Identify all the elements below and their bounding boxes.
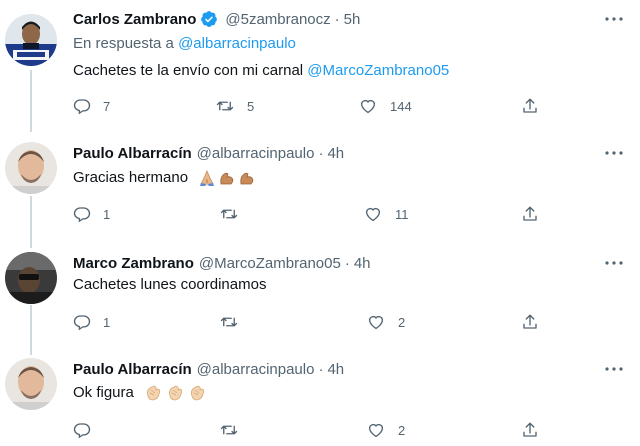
like-button[interactable]: 144 [358, 96, 412, 116]
timestamp[interactable]: 4h [327, 145, 344, 162]
retweet-icon [220, 317, 238, 327]
retweet-icon [220, 209, 238, 219]
heart-icon [368, 315, 384, 330]
share-icon [523, 98, 537, 113]
share-button[interactable] [521, 420, 539, 440]
more-icon[interactable] [604, 146, 624, 160]
display-name[interactable]: Paulo Albarracín [73, 145, 192, 162]
like-button[interactable]: 2 [366, 312, 405, 332]
tweet-text: Gracias hermano [73, 169, 256, 187]
like-button[interactable]: 2 [366, 420, 405, 440]
retweet-button[interactable]: 5 [215, 96, 254, 116]
reply-icon [73, 423, 91, 439]
reply-count: 1 [103, 314, 111, 330]
like-count: 2 [398, 314, 406, 330]
action-bar: 1 11 [0, 204, 640, 224]
share-icon [523, 422, 537, 437]
handle[interactable]: @MarcoZambrano05 [199, 255, 341, 272]
reply-context: En respuesta a @albarracinpaulo [73, 35, 296, 52]
like-button[interactable]: 11 [363, 204, 409, 224]
tweet[interactable]: Paulo Albarracín @albarracinpaulo · 4h G… [0, 142, 640, 242]
reply-to-mention[interactable]: @albarracinpaulo [178, 35, 296, 52]
verified-badge-icon [200, 10, 218, 28]
tweet-body: Gracias hermano [73, 169, 189, 186]
heart-icon [365, 207, 381, 222]
reply-button[interactable]: 1 [73, 204, 110, 224]
like-count: 11 [395, 206, 409, 222]
avatar[interactable] [5, 252, 57, 304]
reply-prefix: En respuesta a [73, 35, 174, 52]
retweet-button[interactable] [219, 204, 239, 224]
display-name[interactable]: Marco Zambrano [73, 255, 194, 272]
reply-button[interactable] [73, 420, 91, 440]
avatar[interactable] [5, 14, 57, 66]
flexed-biceps-icon [220, 172, 234, 185]
tweet-header: Marco Zambrano @MarcoZambrano05 · 4h [73, 252, 371, 274]
more-icon[interactable] [604, 362, 624, 376]
tweet-text: Ok figura [73, 384, 208, 402]
tweet[interactable]: Carlos Zambrano @5zambranocz · 5h En res… [0, 8, 640, 128]
timestamp[interactable]: 4h [354, 255, 371, 272]
more-icon[interactable] [604, 256, 624, 270]
retweet-button[interactable] [219, 420, 239, 440]
tweet-body: Cachetes lunes coordinamos [73, 276, 267, 293]
action-bar: 1 2 [0, 312, 640, 332]
tweet-header: Carlos Zambrano @5zambranocz · 5h [73, 8, 360, 30]
tweet-body: Cachetes te la envío con mi carnal [73, 62, 304, 79]
separator-dot: · [334, 10, 340, 28]
avatar[interactable] [5, 358, 57, 410]
share-icon [523, 206, 537, 221]
handle[interactable]: @albarracinpaulo [197, 361, 315, 378]
mention-link[interactable]: @MarcoZambrano05 [307, 62, 449, 79]
reply-button[interactable]: 1 [73, 312, 110, 332]
retweet-icon [216, 101, 234, 111]
separator-dot: · [344, 254, 350, 272]
reply-icon [73, 207, 91, 223]
tweet[interactable]: Marco Zambrano @MarcoZambrano05 · 4h Cac… [0, 252, 640, 352]
handle[interactable]: @albarracinpaulo [197, 145, 315, 162]
share-icon [523, 314, 537, 329]
tweet-body: Ok figura [73, 384, 134, 401]
display-name[interactable]: Paulo Albarracín [73, 361, 192, 378]
tweet-text: Cachetes te la envío con mi carnal @Marc… [73, 62, 449, 79]
tweet-header: Paulo Albarracín @albarracinpaulo · 4h [73, 358, 344, 380]
tweet-text: Cachetes lunes coordinamos [73, 276, 266, 293]
like-count: 2 [398, 422, 406, 438]
timestamp[interactable]: 5h [344, 11, 361, 28]
heart-icon [368, 423, 384, 438]
action-bar: 2 [0, 420, 640, 440]
flexed-biceps-icon [240, 172, 254, 185]
separator-dot: · [318, 360, 324, 378]
share-button[interactable] [521, 96, 539, 116]
retweet-button[interactable] [219, 312, 239, 332]
emoji-group [198, 169, 256, 187]
share-button[interactable] [521, 204, 539, 224]
folded-hands-icon [200, 170, 215, 187]
retweet-icon [220, 425, 238, 435]
like-count: 144 [390, 98, 412, 114]
reply-button[interactable]: 7 [73, 96, 110, 116]
retweet-count: 5 [247, 98, 255, 114]
handle[interactable]: @5zambranocz [225, 11, 330, 28]
clapping-hands-icon [190, 385, 205, 401]
reply-count: 1 [103, 206, 111, 222]
clapping-hands-icon [168, 385, 183, 401]
reply-icon [73, 99, 91, 115]
separator-dot: · [318, 144, 324, 162]
avatar[interactable] [5, 142, 57, 194]
reply-count: 7 [103, 98, 111, 114]
tweet[interactable]: Paulo Albarracín @albarracinpaulo · 4h O… [0, 358, 640, 446]
share-button[interactable] [521, 312, 539, 332]
timestamp[interactable]: 4h [327, 361, 344, 378]
more-icon[interactable] [604, 12, 624, 26]
emoji-group [144, 384, 208, 402]
clapping-hands-icon [146, 385, 161, 401]
action-bar: 7 5 144 [0, 96, 640, 116]
display-name[interactable]: Carlos Zambrano [73, 11, 196, 28]
tweet-header: Paulo Albarracín @albarracinpaulo · 4h [73, 142, 344, 164]
reply-icon [73, 315, 91, 331]
heart-icon [360, 99, 376, 114]
